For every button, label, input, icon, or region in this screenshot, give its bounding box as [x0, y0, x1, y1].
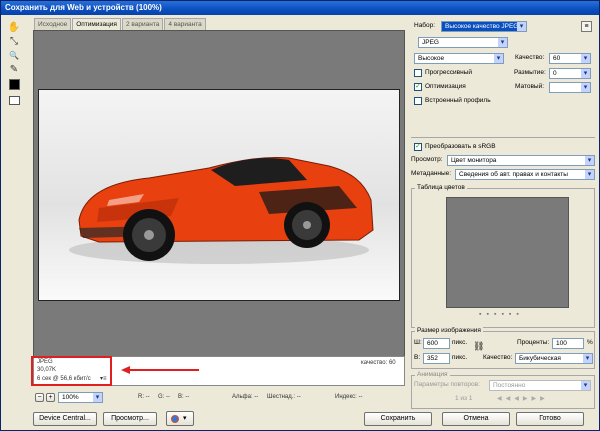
blur-label: Размытие:: [514, 69, 546, 76]
percent-label: Проценты:: [517, 339, 550, 346]
quality-input[interactable]: 60: [549, 53, 591, 64]
eyedropper-color-swatch[interactable]: [9, 79, 20, 90]
device-central-button[interactable]: Device Central...: [33, 412, 97, 426]
link-proportions-icon[interactable]: ⛓: [473, 341, 484, 351]
status-b: B: --: [178, 394, 190, 400]
browser-select-button[interactable]: ▾: [166, 411, 194, 426]
toggle-slices-icon[interactable]: [9, 96, 20, 105]
tab-original[interactable]: Исходное: [34, 18, 72, 30]
status-alpha: Альфа: --: [232, 394, 259, 400]
status-r: R: --: [138, 394, 150, 400]
matte-label: Матовый:: [515, 83, 545, 90]
divider: [411, 137, 595, 138]
cancel-button[interactable]: Отмена: [442, 412, 510, 426]
height-input[interactable]: 352: [423, 353, 450, 364]
info-quality: качество: 60: [361, 360, 396, 366]
width-input[interactable]: 600: [423, 338, 450, 349]
save-button[interactable]: Сохранить: [364, 412, 432, 426]
color-table-swatches[interactable]: [446, 197, 569, 308]
preview-button[interactable]: Просмотр...: [103, 412, 157, 426]
tab-optimized[interactable]: Оптимизация: [72, 18, 121, 30]
progressive-label: Прогрессивный: [425, 69, 472, 76]
convert-srgb-checkbox[interactable]: ✓: [414, 143, 422, 151]
view-tabs: Исходное Оптимизация 2 варианта 4 вариан…: [34, 18, 207, 30]
width-unit: пикс.: [452, 339, 468, 346]
height-label: В:: [414, 354, 421, 361]
highlight-box: [31, 356, 112, 386]
optimized-checkbox[interactable]: ✓: [414, 83, 422, 91]
embed-profile-label: Встроенный профиль: [425, 97, 491, 104]
preview-mode-label: Просмотр:: [411, 156, 443, 163]
car-illustration: [69, 157, 374, 264]
red-arrow-annotation: [121, 366, 199, 374]
loop-select[interactable]: Постоянно: [489, 380, 591, 391]
browser-icon: [171, 415, 179, 423]
color-table-label: Таблица цветов: [415, 183, 467, 193]
hand-tool-icon[interactable]: ✋: [7, 21, 21, 34]
resample-label: Качество:: [483, 354, 513, 361]
done-button[interactable]: Готово: [516, 412, 584, 426]
color-table-tool-icons[interactable]: ▪▪▪▪▪▪: [479, 311, 569, 321]
zoom-in-button[interactable]: +: [46, 393, 55, 402]
animation-controls-icons[interactable]: ◀◀◀▶▶▶: [497, 395, 591, 404]
slice-select-tool-icon[interactable]: ⤡: [7, 35, 21, 48]
image-size-label: Размер изображения: [415, 326, 483, 336]
preset-label: Набор:: [414, 22, 436, 29]
status-index: Индекс: --: [335, 394, 363, 400]
window-title: Сохранить для Web и устройств (100%): [1, 1, 599, 15]
progressive-checkbox[interactable]: [414, 69, 422, 77]
loop-label: Параметры повторов:: [414, 381, 480, 388]
animation-label: Анимация: [415, 370, 450, 380]
quality-label: Качество:: [515, 54, 545, 61]
status-g: G: --: [158, 394, 170, 400]
blur-input[interactable]: 0: [549, 68, 591, 79]
metadata-label: Метаданные:: [411, 170, 452, 177]
zoom-out-button[interactable]: −: [35, 393, 44, 402]
percent-input[interactable]: 100: [552, 338, 584, 349]
width-label: Ш:: [414, 339, 422, 346]
preview-mode-select[interactable]: Цвет монитора: [447, 155, 595, 166]
preset-select[interactable]: Высокое качество JPEG: [441, 21, 527, 32]
resample-select[interactable]: Бикубическая: [515, 353, 593, 364]
zoom-tool-icon[interactable]: 🔍: [7, 49, 21, 62]
frame-counter: 1 из 1: [455, 395, 473, 402]
zoom-level-select[interactable]: 100%: [58, 392, 103, 403]
compression-select[interactable]: Высокое: [414, 53, 504, 64]
save-for-web-dialog: Сохранить для Web и устройств (100%) ✋ ⤡…: [0, 0, 600, 431]
tab-4-up[interactable]: 4 варианта: [164, 18, 206, 30]
metadata-select[interactable]: Сведения об авт. правах и контакты: [455, 169, 595, 180]
format-select[interactable]: JPEG: [418, 37, 508, 48]
convert-srgb-label: Преобразовать в sRGB: [425, 143, 496, 150]
optimize-menu-icon[interactable]: ≡: [581, 21, 592, 32]
optimized-label: Оптимизация: [425, 83, 466, 90]
car-preview-image: [38, 89, 400, 301]
matte-select[interactable]: [549, 82, 591, 93]
percent-sign: %: [587, 339, 593, 346]
height-unit: пикс.: [452, 354, 468, 361]
chevron-down-icon: ▾: [183, 415, 187, 422]
tab-2-up[interactable]: 2 варианта: [121, 18, 164, 30]
eyedropper-tool-icon[interactable]: ✎: [7, 63, 21, 76]
embed-profile-checkbox[interactable]: [414, 97, 422, 105]
status-hex: Шестнад.: --: [267, 394, 301, 400]
